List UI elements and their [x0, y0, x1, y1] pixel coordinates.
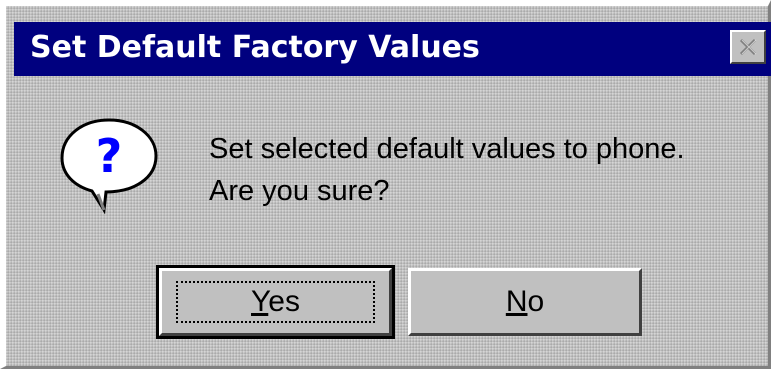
- yes-button-label: Yes: [251, 285, 300, 319]
- close-button[interactable]: [730, 30, 766, 64]
- yes-button[interactable]: Yes: [156, 265, 395, 339]
- message-text: Set selected default values to phone. Ar…: [209, 128, 685, 212]
- no-button-label: No: [506, 285, 544, 319]
- close-icon: [739, 38, 757, 56]
- no-button[interactable]: No: [408, 268, 642, 336]
- yes-mnemonic: Y: [251, 285, 269, 318]
- message-line-1: Set selected default values to phone.: [209, 133, 685, 165]
- title-bar[interactable]: Set Default Factory Values: [14, 22, 771, 76]
- dialog-window: Set Default Factory Values ? Set selecte…: [0, 0, 771, 369]
- no-mnemonic: N: [505, 285, 528, 318]
- no-label-rest: o: [527, 285, 545, 318]
- yes-label-rest: es: [268, 285, 300, 318]
- svg-text:?: ?: [96, 129, 123, 183]
- message-line-2: Are you sure?: [209, 175, 390, 207]
- dialog-title: Set Default Factory Values: [30, 30, 480, 65]
- question-icon: ?: [60, 118, 158, 214]
